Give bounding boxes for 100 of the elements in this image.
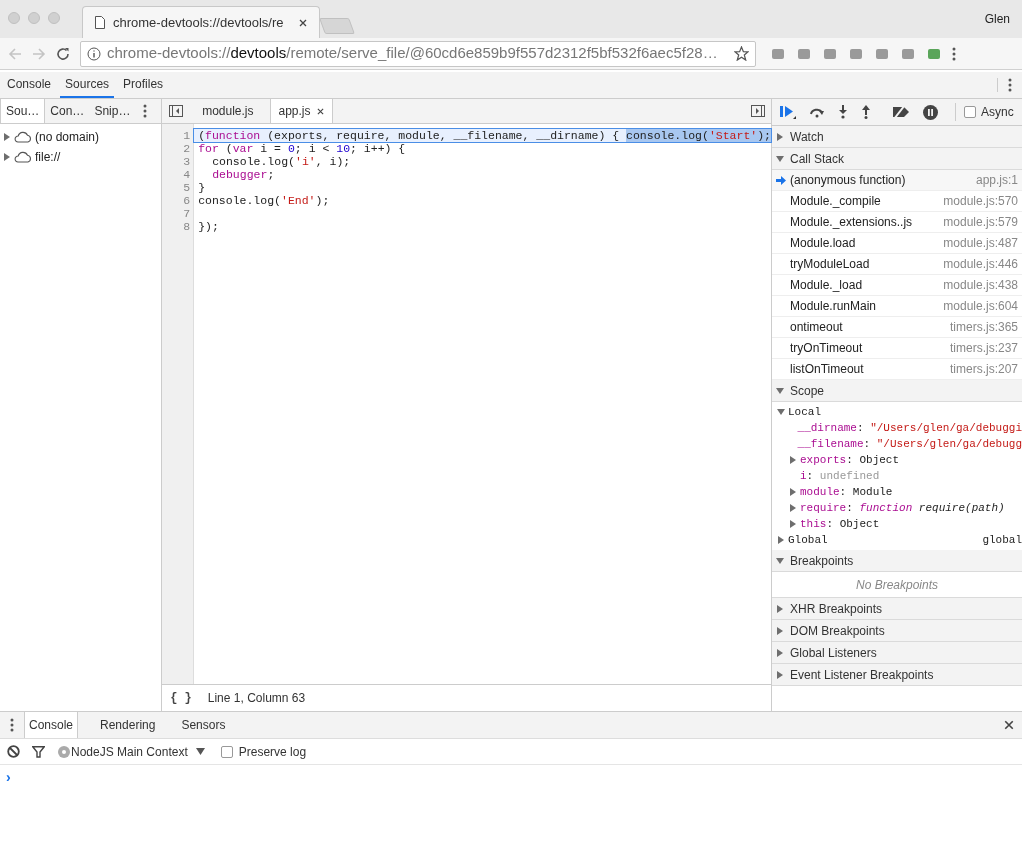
close-icon[interactable] xyxy=(1004,720,1014,730)
scope-variable[interactable]: require: function require(path) xyxy=(800,500,1005,516)
source-location: module.js:446 xyxy=(943,256,1018,273)
tree-item-label: file:// xyxy=(35,149,61,166)
step-into-icon[interactable] xyxy=(838,105,848,119)
scope-variable[interactable]: module: Module xyxy=(800,484,893,500)
call-frame[interactable]: (anonymous function) app.js:1 xyxy=(772,170,1022,191)
pane-header[interactable]: Watch xyxy=(772,126,1022,148)
function-name: Module._load xyxy=(790,277,863,294)
navigator-tab[interactable]: Con… xyxy=(45,99,90,123)
toggle-navigator-icon[interactable] xyxy=(169,105,184,117)
context-dropdown[interactable]: NodeJS Main Context xyxy=(57,742,205,761)
bookmark-star-icon[interactable] xyxy=(734,46,749,61)
pane-title: Breakpoints xyxy=(790,552,854,570)
cursor-position: Line 1, Column 63 xyxy=(207,690,306,707)
scope-variable[interactable]: exports: Object xyxy=(800,452,900,468)
expanded-triangle-icon[interactable] xyxy=(776,386,784,395)
expanded-triangle-icon[interactable] xyxy=(776,556,784,565)
drawer-tab[interactable]: Sensors xyxy=(177,712,230,738)
code-line: console.log('End'); xyxy=(197,194,331,207)
tree-item[interactable]: file:// xyxy=(0,147,162,167)
pane-title: Watch xyxy=(790,128,824,146)
devtools-tab[interactable]: Console xyxy=(2,72,57,98)
source-location: timers.js:207 xyxy=(949,361,1018,378)
tree-item[interactable]: (no domain) xyxy=(0,127,162,147)
browser-tab[interactable]: chrome-devtools://devtools/re xyxy=(82,6,320,38)
close-icon[interactable] xyxy=(316,107,324,115)
collapsed-triangle-icon[interactable] xyxy=(3,133,11,141)
scope-variable[interactable]: __dirname: "/Users/glen/ga/debuggi xyxy=(797,420,1022,436)
pane-header[interactable]: Event Listener Breakpoints xyxy=(772,664,1022,686)
source-location: module.js:604 xyxy=(943,298,1018,315)
drawer-tab[interactable]: Rendering xyxy=(96,712,160,738)
arrow-icon xyxy=(776,175,786,185)
collapsed-triangle-icon[interactable] xyxy=(776,604,784,613)
console-prompt[interactable]: › xyxy=(6,769,11,785)
deactivate-breakpoints-icon[interactable] xyxy=(890,105,910,119)
function-name: Module._compile xyxy=(790,193,881,210)
file-tab[interactable]: app.js xyxy=(269,99,333,123)
source-location: module.js:487 xyxy=(943,235,1018,252)
scope-label[interactable]: Local xyxy=(788,404,821,420)
url-text: chrome-devtools://devtools/remote/serve_file/@60cd6e859b9f557d2312f5bf532f6aec5f28… xyxy=(107,43,718,64)
pane-header[interactable]: DOM Breakpoints xyxy=(772,620,1022,642)
reload-icon[interactable] xyxy=(56,46,70,61)
file-tab[interactable]: module.js xyxy=(194,99,262,123)
pretty-print-button[interactable]: { } xyxy=(170,689,192,707)
pane-header[interactable]: Global Listeners xyxy=(772,642,1022,664)
code-line: } xyxy=(197,181,207,194)
checkbox[interactable] xyxy=(964,106,976,118)
navigator-tab[interactable]: Sou… xyxy=(0,99,46,123)
tree-item-label: (no domain) xyxy=(35,129,100,146)
devtools-tab[interactable]: Profiles xyxy=(118,72,169,98)
scope-variable[interactable]: this: Object xyxy=(800,516,880,532)
collapsed-triangle-icon[interactable] xyxy=(789,456,797,464)
pane-header[interactable]: Breakpoints xyxy=(772,550,1022,572)
checkbox[interactable] xyxy=(220,745,233,758)
source-location: timers.js:365 xyxy=(949,319,1018,336)
expanded-triangle-icon[interactable] xyxy=(777,408,785,416)
more-options-icon[interactable] xyxy=(10,718,14,732)
pane-title: Call Stack xyxy=(790,150,845,168)
filter-icon[interactable] xyxy=(32,745,45,758)
cloud-icon xyxy=(14,151,32,163)
source-location: module.js:438 xyxy=(943,277,1018,294)
step-over-icon[interactable] xyxy=(809,106,825,118)
more-options-icon[interactable] xyxy=(143,104,148,118)
pane-header[interactable]: XHR Breakpoints xyxy=(772,598,1022,620)
info-icon xyxy=(87,46,101,61)
checkbox-label: Preserve log xyxy=(238,743,307,761)
close-icon[interactable] xyxy=(299,18,307,27)
collapsed-triangle-icon[interactable] xyxy=(776,670,784,679)
navigator-tab[interactable]: Snip… xyxy=(89,99,136,123)
drawer-tab[interactable]: Console xyxy=(24,712,79,738)
address-bar[interactable]: chrome-devtools://devtools/remote/serve_file/@60cd6e859b9f557d2312f5bf532f6aec5f28… xyxy=(80,40,756,67)
collapsed-triangle-icon[interactable] xyxy=(776,648,784,657)
dropdown-arrow-icon xyxy=(195,748,205,755)
scope-label[interactable]: Global xyxy=(788,532,828,548)
collapsed-triangle-icon[interactable] xyxy=(776,132,784,141)
code-line: console.log('i', i); xyxy=(211,155,352,168)
more-options-icon[interactable] xyxy=(1008,78,1012,92)
collapsed-triangle-icon[interactable] xyxy=(776,626,784,635)
function-name: tryModuleLoad xyxy=(790,256,870,273)
checkbox-label: Async xyxy=(981,104,1014,121)
code-line: debugger; xyxy=(211,168,276,181)
user-name[interactable]: Glen xyxy=(984,10,1010,28)
source-location: module.js:579 xyxy=(943,214,1018,231)
pane-header[interactable]: Scope xyxy=(772,380,1022,402)
page-icon xyxy=(95,16,105,29)
toggle-debugger-icon[interactable] xyxy=(751,105,765,117)
pane-title: DOM Breakpoints xyxy=(790,622,885,640)
pause-icon[interactable] xyxy=(923,104,938,120)
pane-header[interactable]: Call Stack xyxy=(772,148,1022,170)
more-options-icon[interactable] xyxy=(952,46,956,61)
clear-console-icon[interactable] xyxy=(7,745,20,758)
step-out-icon[interactable] xyxy=(861,105,871,119)
collapsed-triangle-icon[interactable] xyxy=(3,153,11,161)
resume-icon[interactable] xyxy=(780,105,796,119)
function-name: ontimeout xyxy=(790,319,843,336)
scope-variable[interactable]: __filename: "/Users/glen/ga/debugg xyxy=(797,436,1022,452)
scope-variable[interactable]: i: undefined xyxy=(800,468,880,484)
expanded-triangle-icon[interactable] xyxy=(776,154,784,163)
source-location: module.js:570 xyxy=(943,193,1018,210)
